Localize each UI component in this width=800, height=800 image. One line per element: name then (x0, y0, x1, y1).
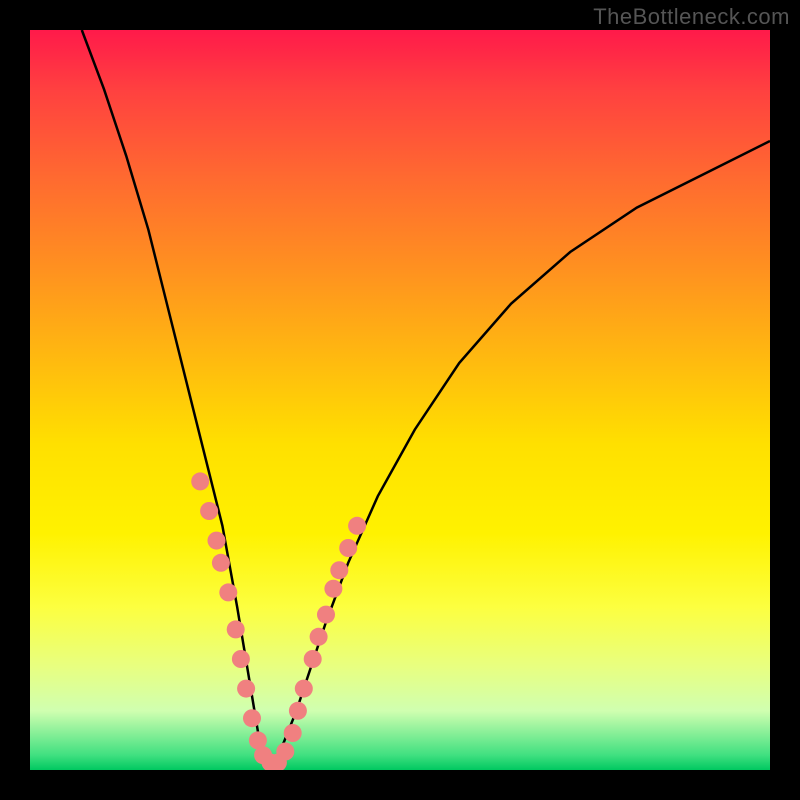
marker-point (219, 583, 237, 601)
curve-markers (191, 472, 366, 770)
marker-point (208, 532, 226, 550)
marker-point (232, 650, 250, 668)
plot-area (30, 30, 770, 770)
marker-point (227, 620, 245, 638)
marker-point (284, 724, 302, 742)
watermark-text: TheBottleneck.com (593, 4, 790, 30)
marker-point (317, 606, 335, 624)
marker-point (310, 628, 328, 646)
marker-point (212, 554, 230, 572)
marker-point (243, 709, 261, 727)
chart-container: TheBottleneck.com (0, 0, 800, 800)
marker-point (324, 580, 342, 598)
marker-point (191, 472, 209, 490)
marker-point (348, 517, 366, 535)
marker-point (237, 680, 255, 698)
chart-svg (30, 30, 770, 770)
marker-point (304, 650, 322, 668)
curve-line (82, 30, 770, 763)
marker-point (289, 702, 307, 720)
marker-point (339, 539, 357, 557)
marker-point (276, 743, 294, 761)
marker-point (330, 561, 348, 579)
marker-point (200, 502, 218, 520)
marker-point (295, 680, 313, 698)
